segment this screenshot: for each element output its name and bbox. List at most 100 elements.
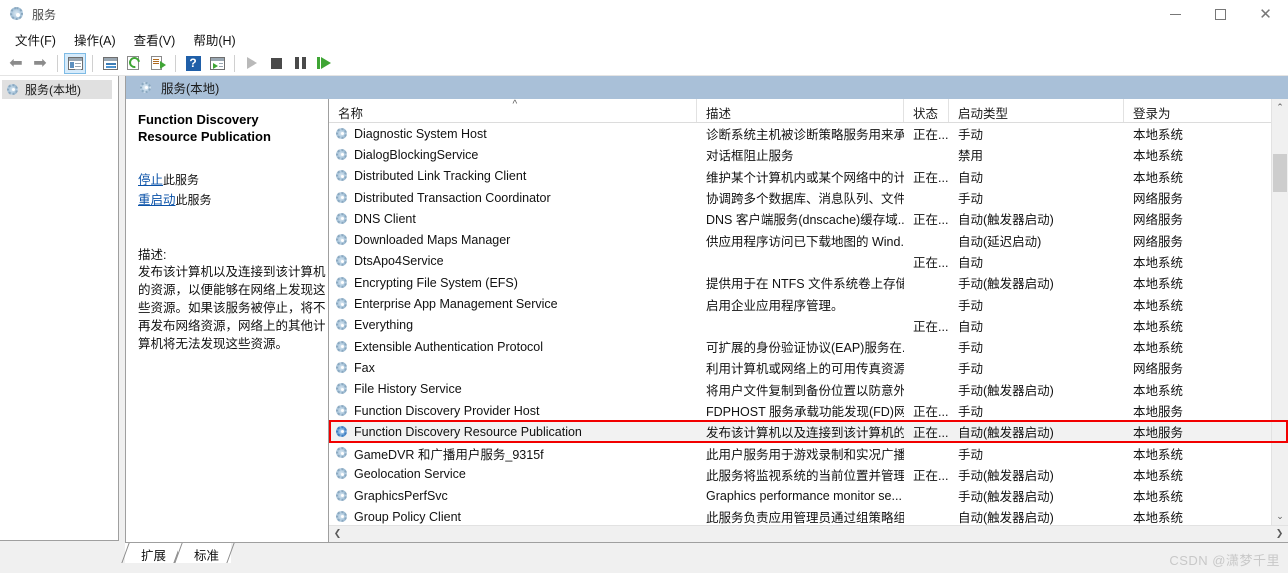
service-gear-icon (335, 425, 349, 439)
service-name-label: Diagnostic System Host (354, 126, 487, 141)
menu-file[interactable]: 文件(F) (6, 28, 65, 51)
column-header-name[interactable]: 名称 ^ (329, 99, 697, 122)
stop-service-icon[interactable] (265, 53, 287, 74)
cell-description: 启用企业应用程序管理。 (706, 298, 844, 313)
window-controls: ✕ (1153, 0, 1288, 28)
title-bar: 服务 ✕ (0, 0, 1288, 28)
table-row[interactable]: Distributed Transaction Coordinator 协调跨多个… (329, 187, 1288, 208)
cell-service-name: Distributed Link Tracking Client (329, 169, 697, 183)
content-frame: 服务(本地) Function Discovery Resource Publi… (125, 76, 1288, 543)
cell-startup-type: 手动 (958, 341, 984, 356)
table-row[interactable]: Fax 利用计算机或网络上的可用传真资源... 手动 网络服务 (329, 357, 1288, 378)
scroll-down-icon[interactable]: ⌄ (1272, 508, 1288, 525)
tab-extended[interactable]: 扩展 (125, 543, 179, 563)
cell-service-name: File History Service (329, 382, 697, 396)
service-action-links: 停止此服务 重启动 此服务 (138, 170, 318, 210)
pause-service-icon[interactable] (289, 53, 311, 74)
menu-view[interactable]: 查看(V) (125, 28, 185, 51)
cell-status: 正在... (913, 426, 949, 441)
table-row[interactable]: Function Discovery Resource Publication 发… (329, 421, 1288, 443)
service-name-label: Everything (354, 318, 414, 333)
column-header-logon-as[interactable]: 登录为 (1124, 99, 1184, 122)
vertical-scrollbar[interactable]: ⌃ ⌄ (1271, 99, 1288, 542)
cell-service-name: Enterprise App Management Service (329, 297, 697, 311)
start-service-icon[interactable] (241, 53, 263, 74)
view-tabs: 扩展 标准 (125, 543, 232, 564)
minimize-button[interactable] (1153, 0, 1198, 28)
cell-logon-as: 本地系统 (1133, 490, 1184, 505)
table-row[interactable]: Geolocation Service 此服务将监视系统的当前位置并管理... 正在… (329, 464, 1288, 485)
table-row[interactable]: Enterprise App Management Service 启用企业应用程… (329, 293, 1288, 314)
services-list-header: 名称 ^ 描述 状态 启动类型 登录为 (329, 99, 1288, 123)
restart-service-link[interactable]: 重启动 (138, 193, 176, 207)
cell-description: 诊断系统主机被诊断策略服务用来承... (706, 128, 904, 143)
scroll-up-icon[interactable]: ⌃ (1272, 99, 1288, 116)
console-tree-panel: 服务(本地) (0, 76, 119, 541)
column-header-description[interactable]: 描述 (697, 99, 904, 122)
cell-service-name: Diagnostic System Host (329, 127, 697, 141)
service-detail-pane: Function Discovery Resource Publication … (126, 99, 329, 542)
menu-action[interactable]: 操作(A) (65, 28, 125, 51)
services-list-pane: 名称 ^ 描述 状态 启动类型 登录为 Diagnostic System Ho… (329, 99, 1288, 542)
vertical-scroll-thumb[interactable] (1273, 154, 1287, 192)
service-gear-icon (335, 489, 349, 503)
cell-service-name: DNS Client (329, 212, 697, 226)
cell-description: 维护某个计算机内或某个网络中的计... (706, 170, 904, 185)
table-row[interactable]: DNS Client DNS 客户端服务(dnscache)缓存域... 正在...… (329, 208, 1288, 229)
sort-ascending-icon: ^ (512, 99, 518, 110)
column-header-startup-type[interactable]: 启动类型 (949, 99, 1124, 122)
help-icon[interactable]: ? (182, 53, 204, 74)
stop-service-link-row: 停止此服务 (138, 170, 318, 190)
table-row[interactable]: Function Discovery Provider Host FDPHOST … (329, 400, 1288, 421)
tree-item-services-local[interactable]: 服务(本地) (2, 80, 112, 99)
restart-service-icon[interactable] (313, 53, 335, 74)
refresh-icon[interactable] (123, 53, 145, 74)
table-row[interactable]: Extensible Authentication Protocol 可扩展的身份… (329, 336, 1288, 357)
description-label: 描述: (138, 248, 167, 262)
cell-service-name: GameDVR 和广播用户服务_9315f (329, 444, 697, 463)
service-name-label: Group Policy Client (354, 509, 461, 524)
table-row[interactable]: Downloaded Maps Manager 供应用程序访问已下载地图的 Win… (329, 229, 1288, 250)
table-row[interactable]: File History Service 将用户文件复制到备份位置以防意外... 手… (329, 379, 1288, 400)
show-hide-tree-icon[interactable] (64, 52, 86, 74)
table-row[interactable]: Distributed Link Tracking Client 维护某个计算机内… (329, 166, 1288, 187)
close-button[interactable]: ✕ (1243, 0, 1288, 28)
service-gear-icon (335, 510, 349, 524)
table-row[interactable]: Diagnostic System Host 诊断系统主机被诊断策略服务用来承..… (329, 123, 1288, 144)
cell-description: 协调跨多个数据库、消息队列、文件... (706, 192, 904, 207)
table-row[interactable]: Everything 正在... 自动 本地系统 (329, 315, 1288, 336)
table-row[interactable]: GraphicsPerfSvc Graphics performance moni… (329, 485, 1288, 506)
window-title: 服务 (32, 7, 57, 22)
tab-standard[interactable]: 标准 (178, 543, 232, 563)
display-icon[interactable] (206, 53, 228, 74)
cell-description: DNS 客户端服务(dnscache)缓存域... (706, 213, 904, 228)
cell-service-name: Function Discovery Resource Publication (329, 425, 697, 439)
cell-logon-as: 本地系统 (1133, 128, 1184, 143)
cell-description: 可扩展的身份验证协议(EAP)服务在... (706, 341, 904, 356)
service-name-label: Function Discovery Provider Host (354, 403, 540, 418)
stop-service-suffix: 此服务 (163, 173, 200, 187)
cell-description: 此服务将监视系统的当前位置并管理... (706, 468, 904, 483)
scroll-right-icon[interactable]: ❯ (1271, 526, 1288, 543)
service-gear-icon (335, 212, 349, 226)
column-header-status[interactable]: 状态 (904, 99, 949, 122)
forward-icon[interactable]: ➡ (29, 53, 51, 74)
menu-help[interactable]: 帮助(H) (184, 28, 244, 51)
properties-icon[interactable] (99, 53, 121, 74)
cell-startup-type: 自动 (958, 255, 984, 270)
stop-service-link[interactable]: 停止 (138, 173, 163, 187)
table-row[interactable]: DialogBlockingService 对话框阻止服务 禁用 本地系统 (329, 144, 1288, 165)
cell-logon-as: 本地系统 (1133, 341, 1184, 356)
export-list-icon[interactable] (147, 53, 169, 74)
maximize-button[interactable] (1198, 0, 1243, 28)
service-name-label: Enterprise App Management Service (354, 297, 558, 312)
service-gear-icon (335, 382, 349, 396)
service-gear-icon (335, 297, 349, 311)
table-row[interactable]: GameDVR 和广播用户服务_9315f 此用户服务用于游戏录制和实况广播 手动 本… (329, 442, 1288, 463)
scroll-left-icon[interactable]: ❮ (329, 526, 346, 543)
horizontal-scrollbar[interactable]: ❮ ❯ (329, 525, 1288, 542)
table-row[interactable]: DtsApo4Service 正在... 自动 本地系统 (329, 251, 1288, 272)
table-row[interactable]: Encrypting File System (EFS) 提供用于在 NTFS 文… (329, 272, 1288, 293)
back-icon[interactable]: ⬅ (5, 53, 27, 74)
toolbar-separator (234, 54, 235, 72)
